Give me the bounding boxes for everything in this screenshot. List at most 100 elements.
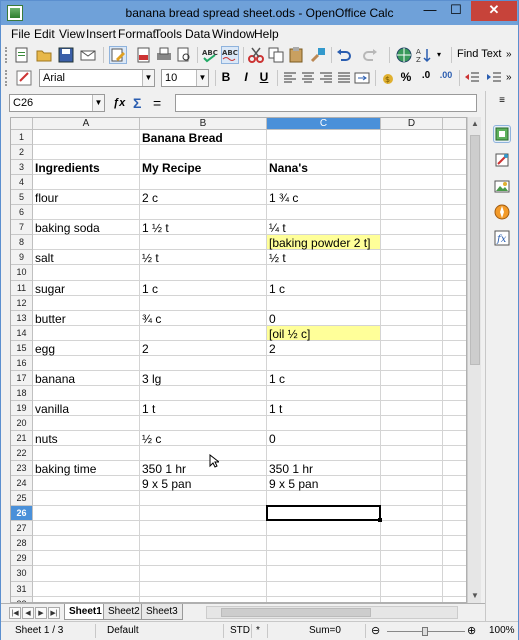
grid-cell[interactable] (381, 311, 443, 326)
grid-cell[interactable] (33, 356, 140, 371)
grid-cell[interactable] (443, 130, 466, 145)
grid-cell[interactable] (140, 250, 267, 265)
column-header-d[interactable]: D (381, 118, 443, 130)
grid-cell[interactable] (140, 446, 267, 461)
grid-cell[interactable] (381, 250, 443, 265)
grid-cell[interactable] (33, 175, 140, 190)
active-cell-cursor[interactable] (266, 505, 381, 521)
row-header[interactable]: 16 (11, 356, 33, 371)
grid-cell[interactable] (381, 160, 443, 175)
grid-cell[interactable] (140, 235, 267, 250)
grid-cell[interactable] (33, 446, 140, 461)
grid-cell[interactable] (140, 551, 267, 566)
row-header[interactable]: 25 (11, 491, 33, 506)
toolbar-overflow-icon[interactable]: ▾ (437, 46, 445, 64)
grid-cell[interactable] (443, 235, 466, 250)
grid-cell[interactable] (140, 416, 267, 431)
grid-cell[interactable] (381, 521, 443, 536)
column-header-e[interactable] (443, 118, 466, 130)
row-header[interactable]: 30 (11, 566, 33, 582)
row-header[interactable]: 11 (11, 281, 33, 296)
grid-cell[interactable] (33, 130, 140, 145)
grid-cell[interactable] (443, 521, 466, 536)
grid-cell[interactable] (381, 235, 443, 250)
grid-cell[interactable] (33, 582, 140, 597)
row-header[interactable]: 24 (11, 476, 33, 491)
grid-cell[interactable] (443, 341, 466, 356)
grid-cell[interactable] (140, 536, 267, 551)
menu-insert[interactable]: Insert (86, 27, 116, 41)
row-header[interactable]: 31 (11, 582, 33, 597)
gallery-icon[interactable] (493, 177, 511, 195)
grid-cell[interactable] (267, 521, 381, 536)
row-header[interactable]: 9 (11, 250, 33, 265)
hyperlink-icon[interactable] (395, 46, 413, 64)
grid-cell[interactable] (443, 190, 466, 205)
toolbar-grip[interactable] (5, 70, 8, 86)
grid-cell[interactable] (381, 296, 443, 311)
menu-edit[interactable]: Edit (34, 27, 55, 41)
open-folder-icon[interactable] (35, 46, 53, 64)
grid-cell[interactable] (381, 536, 443, 551)
grid-cell[interactable] (33, 265, 140, 281)
grid-cell[interactable] (267, 265, 381, 281)
grid-cell[interactable] (267, 175, 381, 190)
grid-cell[interactable] (381, 566, 443, 582)
grid-cell[interactable] (443, 145, 466, 160)
grid-cell[interactable] (140, 265, 267, 281)
italic-icon[interactable]: I (239, 70, 253, 84)
menu-help[interactable]: Help (254, 27, 279, 41)
grid-cell[interactable] (443, 401, 466, 416)
prev-sheet-icon[interactable]: ◀ (22, 607, 34, 619)
styles-icon[interactable] (493, 151, 511, 169)
grid-cell[interactable] (140, 341, 267, 356)
row-header[interactable]: 10 (11, 265, 33, 281)
grid-cell[interactable] (381, 401, 443, 416)
copy-icon[interactable] (267, 46, 285, 64)
email-icon[interactable] (79, 46, 97, 64)
grid-cell[interactable] (443, 311, 466, 326)
column-header-a[interactable]: A (33, 118, 140, 130)
grid-cell[interactable] (443, 250, 466, 265)
minimize-button[interactable]: — (417, 1, 443, 21)
grid-cell[interactable] (267, 416, 381, 431)
export-pdf-icon[interactable] (135, 46, 153, 64)
grid-cell[interactable] (140, 326, 267, 341)
grid-cell[interactable] (381, 205, 443, 220)
grid-cell[interactable] (443, 281, 466, 296)
cut-icon[interactable] (247, 46, 265, 64)
grid-cell[interactable] (33, 506, 140, 521)
grid-cell[interactable] (140, 491, 267, 506)
grid-cell[interactable] (140, 582, 267, 597)
grid-cell[interactable] (443, 446, 466, 461)
grid-cell[interactable] (443, 371, 466, 386)
row-header[interactable]: 14 (11, 326, 33, 341)
grid-cell[interactable] (381, 145, 443, 160)
last-sheet-icon[interactable]: ▶| (48, 607, 60, 619)
grid-cell[interactable] (267, 536, 381, 551)
name-box-dropdown-icon[interactable]: ▼ (92, 95, 104, 111)
grid-cell[interactable] (443, 356, 466, 371)
grid-cell[interactable] (381, 582, 443, 597)
grid-cell[interactable] (267, 401, 381, 416)
grid-cell[interactable] (443, 386, 466, 401)
grid-cell[interactable] (381, 446, 443, 461)
grid-cell[interactable] (443, 160, 466, 175)
add-decimal-icon[interactable]: .00 (439, 70, 453, 80)
status-zoom[interactable]: 100% (489, 625, 515, 636)
grid-cell[interactable] (33, 326, 140, 341)
column-header-b[interactable]: B (140, 118, 267, 130)
undo-icon[interactable] (335, 46, 353, 64)
grid-cell[interactable] (140, 296, 267, 311)
row-header[interactable]: 21 (11, 431, 33, 446)
clone-formatting-icon[interactable] (309, 46, 327, 64)
vertical-scrollbar[interactable]: ▲ ▼ (467, 117, 481, 603)
status-sum[interactable]: Sum=0 (309, 625, 341, 636)
row-header[interactable]: 19 (11, 401, 33, 416)
grid-cell[interactable] (381, 386, 443, 401)
horizontal-scrollbar[interactable] (206, 606, 458, 619)
grid-cell[interactable] (381, 416, 443, 431)
autospellcheck-icon[interactable]: ABC (221, 46, 239, 64)
row-header[interactable]: 7 (11, 220, 33, 235)
select-all-corner[interactable] (11, 118, 33, 130)
